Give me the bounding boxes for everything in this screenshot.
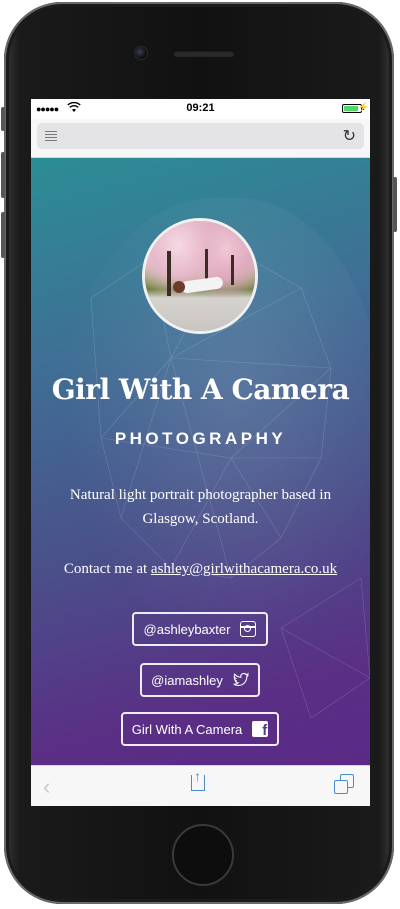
twitter-icon bbox=[233, 672, 249, 687]
reload-icon[interactable]: ↻ bbox=[343, 126, 356, 146]
instagram-button[interactable]: @ashleybaxter bbox=[132, 612, 268, 646]
profile-photo bbox=[142, 218, 258, 334]
reader-mode-icon[interactable] bbox=[45, 131, 57, 143]
facebook-icon: f bbox=[252, 721, 269, 739]
instagram-icon bbox=[240, 621, 257, 637]
page-title: Girl With A Camera bbox=[51, 373, 350, 406]
phone-screen: ●●●●● 09:21 ⚡ ↻ Girl With A Camera PHOTO… bbox=[31, 99, 370, 806]
email-link[interactable]: ashley@girlwithacamera.co.uk bbox=[151, 561, 337, 577]
bio-text: Natural light portrait photographer base… bbox=[69, 487, 332, 527]
page-subtitle: PHOTOGRAPHY bbox=[114, 429, 287, 448]
share-icon[interactable] bbox=[191, 775, 205, 791]
tabs-icon[interactable] bbox=[334, 774, 356, 796]
browser-toolbar: ‹ ↑ bbox=[31, 765, 370, 806]
twitter-button[interactable]: @iamashley bbox=[140, 663, 260, 697]
facebook-button[interactable]: Girl With A Camera f bbox=[121, 712, 279, 746]
home-button[interactable] bbox=[172, 824, 234, 886]
volume-up-button bbox=[1, 152, 5, 198]
volume-down-button bbox=[1, 212, 5, 258]
instagram-label: @ashleybaxter bbox=[143, 621, 231, 637]
status-time: 09:21 bbox=[186, 102, 215, 114]
contact-prefix: Contact me at bbox=[63, 561, 151, 577]
url-field[interactable]: ↻ bbox=[37, 123, 364, 149]
charging-icon: ⚡ bbox=[357, 102, 369, 112]
back-chevron-icon[interactable]: ‹ bbox=[43, 774, 50, 800]
facebook-label: Girl With A Camera bbox=[131, 721, 243, 737]
contact-line: Contact me at ashley@girlwithacamera.co.… bbox=[31, 561, 370, 578]
status-bar: ●●●●● 09:21 ⚡ bbox=[31, 99, 370, 119]
power-button bbox=[393, 177, 397, 232]
twitter-label: @iamashley bbox=[151, 672, 223, 688]
mute-switch bbox=[1, 107, 5, 131]
earpiece-speaker bbox=[173, 50, 235, 57]
front-camera bbox=[135, 47, 147, 59]
browser-address-bar: ↻ bbox=[31, 119, 370, 158]
battery-level-fill bbox=[344, 106, 358, 111]
page-content: Girl With A Camera PHOTOGRAPHY Natural l… bbox=[31, 158, 370, 765]
